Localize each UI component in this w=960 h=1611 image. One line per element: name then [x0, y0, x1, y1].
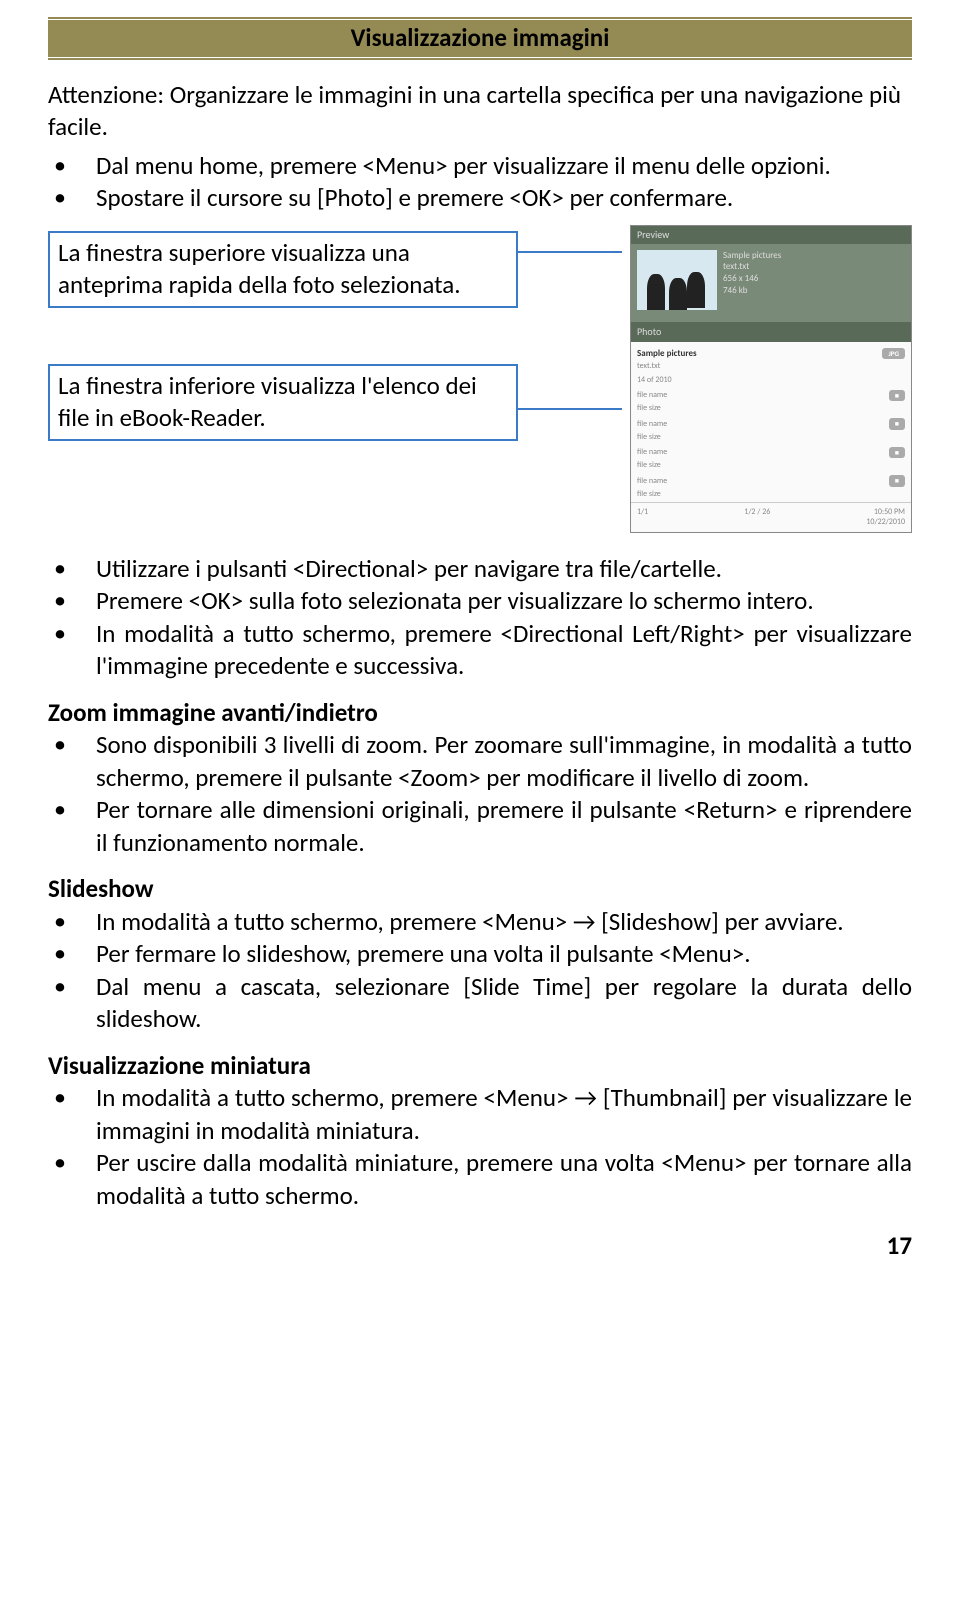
list-item: In modalità a tutto schermo, premere <Di… — [48, 618, 912, 683]
file-type-badge: ■ — [889, 475, 905, 486]
list-item: Per uscire dalla modalità miniature, pre… — [48, 1147, 912, 1212]
file-type-badge: ■ — [889, 418, 905, 429]
page-number: 17 — [48, 1230, 912, 1263]
list-item: Dal menu a cascata, selezionare [Slide T… — [48, 971, 912, 1036]
list-item: Utilizzare i pulsanti <Directional> per … — [48, 553, 912, 586]
file-list-pane: Sample pictures JPG text.txt 14 of 2010 … — [631, 342, 911, 502]
preview-meta: Sample pictures text.txt 656 x 146 746 k… — [723, 250, 781, 310]
file-type-badge: ■ — [889, 390, 905, 401]
list-item: Per tornare alle dimensioni originali, p… — [48, 794, 912, 859]
screenshot-footer: 1/1 1/2 / 26 10:50 PM 10/22/2010 — [631, 502, 911, 532]
zoom-heading: Zoom immagine avanti/indietro — [48, 697, 912, 730]
list-item: In modalità a tutto schermo, premere <Me… — [48, 1082, 912, 1147]
intro-paragraph: Attenzione: Organizzare le immagini in u… — [48, 79, 912, 144]
list-item: Dal menu home, premere <Menu> per visual… — [48, 150, 912, 183]
preview-pane: Preview Sample pictures text.txt 656 x 1… — [631, 226, 911, 322]
preview-bar: Preview — [631, 226, 911, 244]
zoom-bullet-list: Sono disponibili 3 livelli di zoom. Per … — [48, 729, 912, 859]
top-bullet-list: Dal menu home, premere <Menu> per visual… — [48, 150, 912, 215]
list-item: Spostare il cursore su [Photo] e premere… — [48, 182, 912, 215]
slideshow-bullet-list: In modalità a tutto schermo, premere <Me… — [48, 906, 912, 1036]
device-screenshot: Preview Sample pictures text.txt 656 x 1… — [630, 225, 912, 533]
photo-bar: Photo — [631, 322, 911, 342]
list-item: Sono disponibili 3 livelli di zoom. Per … — [48, 729, 912, 794]
callout-lower: La finestra inferiore visualizza l'elenc… — [48, 364, 518, 441]
thumbnail-heading: Visualizzazione miniatura — [48, 1050, 912, 1083]
callouts-column: La finestra superiore visualizza una ant… — [48, 225, 620, 441]
file-row: file name■ — [637, 445, 905, 460]
file-type-badge: JPG — [882, 348, 905, 359]
preview-thumbnail — [637, 250, 717, 310]
callout-upper: La finestra superiore visualizza una ant… — [48, 231, 518, 308]
slideshow-heading: Slideshow — [48, 873, 912, 906]
callout-text: La finestra inferiore visualizza l'elenc… — [58, 370, 477, 434]
file-row: file name■ — [637, 388, 905, 403]
file-type-badge: ■ — [889, 447, 905, 458]
list-item: Premere <OK> sulla foto selezionata per … — [48, 585, 912, 618]
thumbnail-bullet-list: In modalità a tutto schermo, premere <Me… — [48, 1082, 912, 1212]
mid-bullet-list: Utilizzare i pulsanti <Directional> per … — [48, 553, 912, 683]
callouts-and-screenshot: La finestra superiore visualizza una ant… — [48, 225, 912, 533]
list-item: In modalità a tutto schermo, premere <Me… — [48, 906, 912, 939]
section-title-bar: Visualizzazione immagini — [48, 20, 912, 57]
section-title: Visualizzazione immagini — [343, 22, 618, 55]
callout-text: La finestra superiore visualizza una ant… — [58, 237, 461, 301]
callout-connector — [516, 251, 622, 253]
file-row: file name■ — [637, 473, 905, 488]
folder-row: Sample pictures JPG — [637, 346, 905, 362]
list-item: Per fermare lo slideshow, premere una vo… — [48, 938, 912, 971]
callout-connector — [516, 408, 622, 410]
file-row: file name■ — [637, 416, 905, 431]
